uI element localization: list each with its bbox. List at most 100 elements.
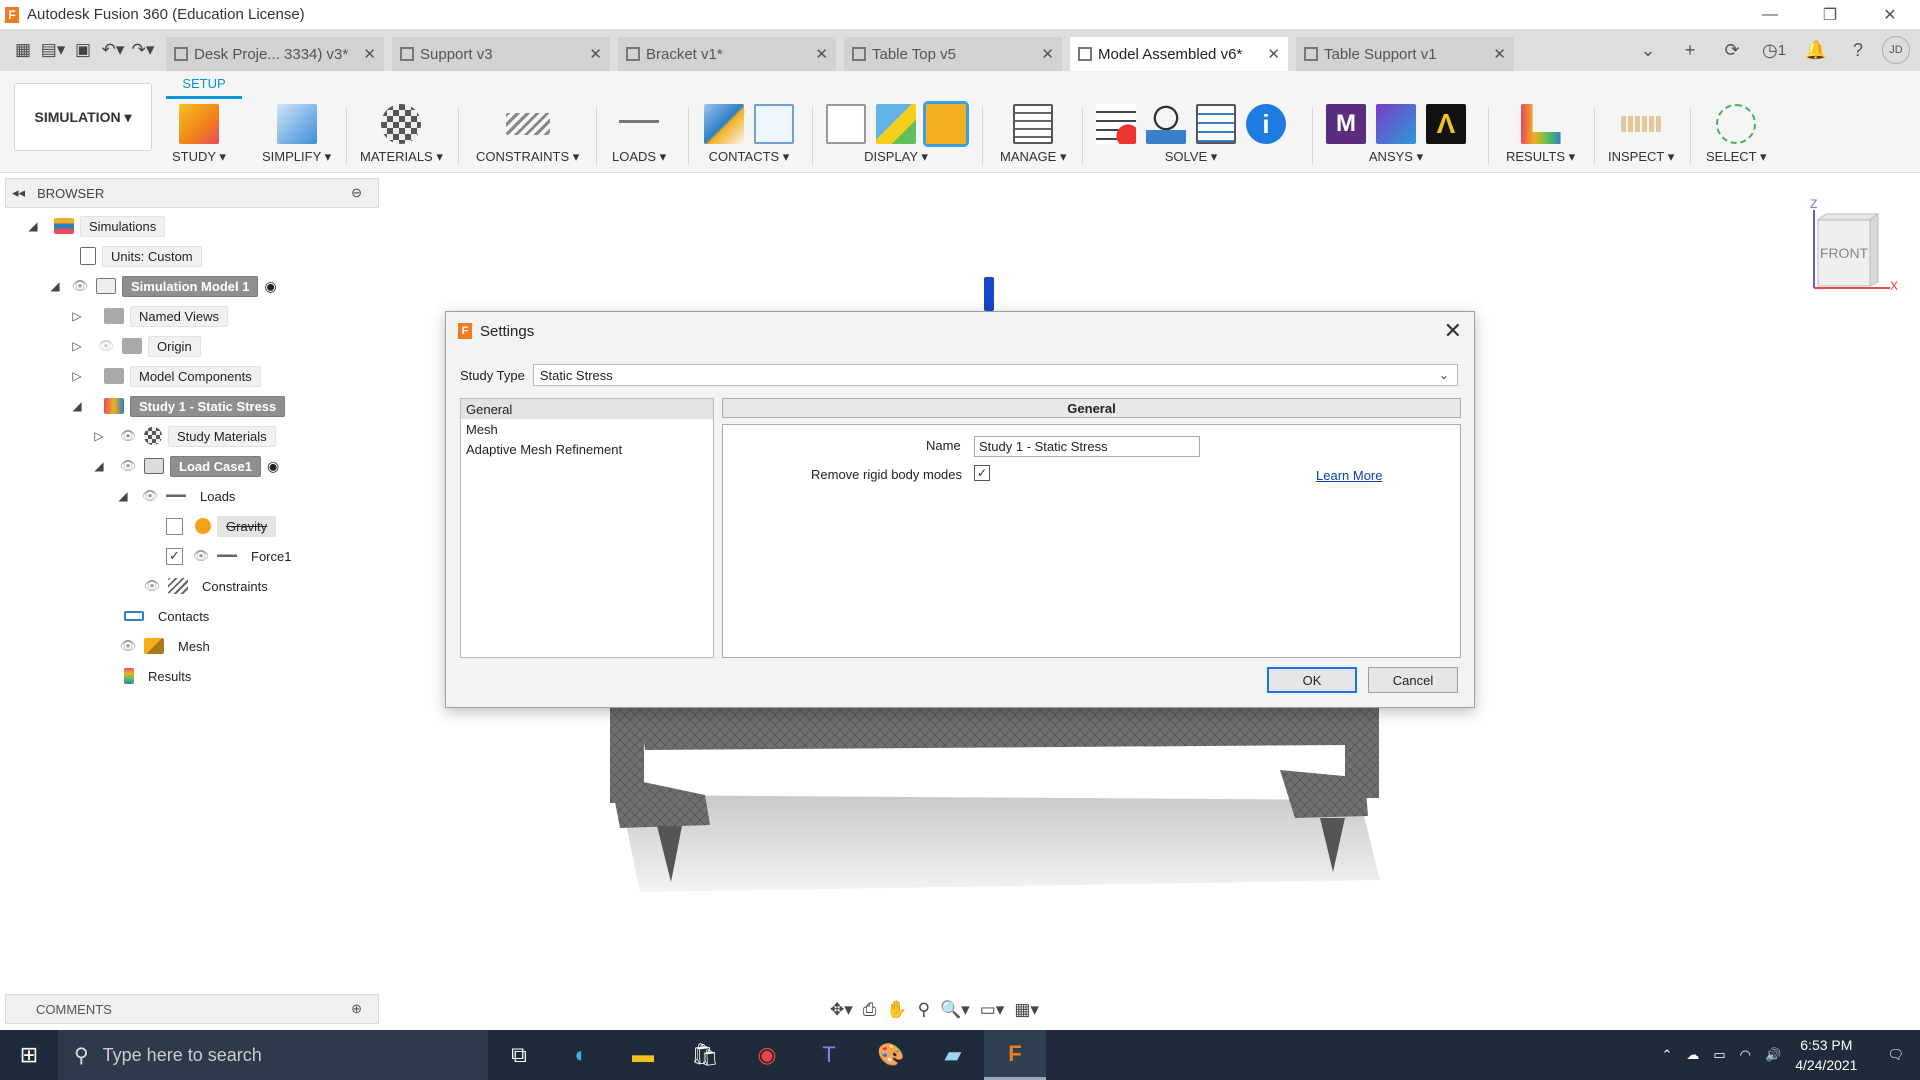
volume-icon[interactable]: 🔊 bbox=[1765, 1047, 1781, 1063]
force-checkbox[interactable]: ✓ bbox=[166, 547, 183, 565]
close-window-icon[interactable]: ✕ bbox=[1860, 0, 1920, 29]
battery-icon[interactable]: ▭ bbox=[1713, 1047, 1725, 1063]
save-icon[interactable]: ▣ bbox=[68, 36, 98, 64]
visibility-eye-icon[interactable]: 👁 bbox=[96, 338, 116, 353]
doc-tab[interactable]: Table Support v1 ✕ bbox=[1296, 37, 1514, 71]
redo-icon[interactable]: ↷▾ bbox=[128, 36, 158, 64]
doc-tab[interactable]: Table Top v5 ✕ bbox=[844, 37, 1062, 71]
task-view-icon[interactable]: ⧉ bbox=[488, 1030, 550, 1080]
study-group[interactable]: STUDY ▾ bbox=[172, 101, 226, 169]
job-status-icon[interactable]: ◷ 1 bbox=[1756, 34, 1792, 66]
tab-setup[interactable]: SETUP bbox=[166, 71, 242, 99]
close-tab-icon[interactable]: ✕ bbox=[1493, 45, 1506, 63]
expand-triangle-icon[interactable]: ◢ bbox=[116, 489, 130, 503]
tree-node-loads[interactable]: ◢ 👁 Loads bbox=[116, 484, 243, 508]
ansys-group[interactable]: M Λ ANSYS ▾ bbox=[1326, 101, 1466, 169]
display-settings-icon[interactable]: ▭▾ bbox=[980, 1000, 1005, 1020]
onedrive-icon[interactable]: ☁ bbox=[1686, 1047, 1699, 1063]
gravity-checkbox[interactable] bbox=[166, 517, 183, 535]
doc-tab[interactable]: Bracket v1* ✕ bbox=[618, 37, 836, 71]
expand-triangle-icon[interactable]: ▷ bbox=[70, 369, 84, 383]
tree-node-units[interactable]: Units: Custom bbox=[74, 244, 202, 268]
cancel-button[interactable]: Cancel bbox=[1368, 667, 1458, 693]
tree-node-contacts[interactable]: Contacts bbox=[118, 604, 217, 628]
edge-icon[interactable]: ◐ bbox=[550, 1030, 612, 1080]
comments-panel-header[interactable]: COMMENTS ⊕ bbox=[5, 994, 379, 1024]
fusion-taskbar-icon[interactable]: F bbox=[984, 1030, 1046, 1080]
tree-node-load-case[interactable]: ◢ 👁 Load Case1 ◉ bbox=[92, 454, 279, 478]
visibility-eye-icon[interactable]: 👁 bbox=[191, 548, 211, 563]
file-menu-icon[interactable]: ▤▾ bbox=[38, 36, 68, 64]
doc-tab[interactable]: Desk Proje... 3334) v3* ✕ bbox=[166, 37, 384, 71]
notifications-icon[interactable]: 🔔 bbox=[1798, 34, 1834, 66]
manage-group[interactable]: MANAGE ▾ bbox=[1000, 101, 1066, 169]
tree-node-constraints[interactable]: 👁 Constraints bbox=[142, 574, 276, 598]
notification-center-icon[interactable]: 🗨 bbox=[1887, 1047, 1904, 1063]
restore-icon[interactable]: ❐ bbox=[1800, 0, 1860, 29]
windows-start-icon[interactable]: ⊞ bbox=[0, 1030, 58, 1080]
expand-triangle-icon[interactable]: ▷ bbox=[70, 309, 84, 323]
visibility-eye-icon[interactable]: 👁 bbox=[118, 638, 138, 653]
browser-panel-header[interactable]: ◂◂ BROWSER ⊖ bbox=[5, 178, 379, 208]
paint-icon[interactable]: 🎨 bbox=[860, 1030, 922, 1080]
tree-node-model-components[interactable]: ▷ Model Components bbox=[70, 364, 261, 388]
view-cube[interactable]: Z X FRONT bbox=[1810, 197, 1898, 293]
solve-group[interactable]: i SOLVE ▾ bbox=[1096, 101, 1286, 169]
close-tab-icon[interactable]: ✕ bbox=[363, 45, 376, 63]
doc-tab-active[interactable]: Model Assembled v6* ✕ bbox=[1070, 37, 1288, 71]
activate-radio-icon[interactable]: ◉ bbox=[264, 278, 276, 295]
orbit-icon[interactable]: ✥▾ bbox=[830, 1000, 853, 1020]
tree-node-force[interactable]: ✓ 👁 Force1 bbox=[166, 544, 299, 568]
zoom-window-icon[interactable]: 🔍▾ bbox=[940, 1000, 970, 1020]
tree-node-simulation-model[interactable]: ◢ 👁 Simulation Model 1 ◉ bbox=[48, 274, 277, 298]
tree-node-named-views[interactable]: ▷ Named Views bbox=[70, 304, 228, 328]
ok-button[interactable]: OK bbox=[1267, 667, 1357, 693]
tab-overflow-icon[interactable]: ⌄ bbox=[1630, 34, 1666, 66]
rigid-body-checkbox[interactable]: ✓ bbox=[974, 465, 990, 481]
minimize-icon[interactable]: — bbox=[1740, 0, 1800, 29]
dialog-header[interactable]: F Settings bbox=[446, 312, 1474, 350]
taskbar-search-box[interactable]: ⚲ Type here to search bbox=[58, 1030, 488, 1080]
tree-node-study[interactable]: ◢ Study 1 - Static Stress bbox=[70, 394, 286, 418]
learn-more-link[interactable]: Learn More bbox=[1316, 468, 1382, 483]
clock[interactable]: 6:53 PM 4/24/2021 bbox=[1795, 1035, 1857, 1075]
browser-minus-icon[interactable]: ⊖ bbox=[351, 185, 362, 201]
simplify-group[interactable]: SIMPLIFY ▾ bbox=[262, 101, 331, 169]
chrome-icon[interactable]: ◉ bbox=[736, 1030, 798, 1080]
visibility-eye-icon[interactable]: 👁 bbox=[142, 578, 162, 593]
loads-group[interactable]: LOADS ▾ bbox=[612, 101, 666, 169]
study-type-dropdown[interactable]: Static Stress ⌄ bbox=[532, 364, 1458, 386]
extensions-icon[interactable]: ⟳ bbox=[1714, 34, 1750, 66]
avatar[interactable]: JD bbox=[1882, 36, 1910, 64]
section-item-adaptive-mesh[interactable]: Adaptive Mesh Refinement bbox=[461, 439, 713, 459]
visibility-eye-icon[interactable]: 👁 bbox=[70, 278, 90, 293]
grid-settings-icon[interactable]: ▦▾ bbox=[1014, 1000, 1039, 1020]
expand-triangle-icon[interactable]: ◢ bbox=[70, 399, 84, 413]
constraints-group[interactable]: CONSTRAINTS ▾ bbox=[476, 101, 579, 169]
inspect-group[interactable]: INSPECT ▾ bbox=[1608, 101, 1674, 169]
expand-triangle-icon[interactable]: ▷ bbox=[92, 429, 106, 443]
expand-triangle-icon[interactable]: ◢ bbox=[26, 219, 40, 233]
tree-node-origin[interactable]: ▷ 👁 Origin bbox=[70, 334, 201, 358]
tree-node-results[interactable]: Results bbox=[118, 664, 199, 688]
notepad-icon[interactable]: ▰ bbox=[922, 1030, 984, 1080]
activate-radio-icon[interactable]: ◉ bbox=[267, 458, 279, 475]
section-item-mesh[interactable]: Mesh bbox=[461, 419, 713, 439]
tree-node-mesh[interactable]: 👁 Mesh bbox=[118, 634, 218, 658]
select-group[interactable]: SELECT ▾ bbox=[1706, 101, 1766, 169]
wifi-icon[interactable]: ◠ bbox=[1740, 1047, 1751, 1063]
close-tab-icon[interactable]: ✕ bbox=[589, 45, 602, 63]
expand-triangle-icon[interactable]: ◢ bbox=[92, 459, 106, 473]
expand-triangle-icon[interactable]: ▷ bbox=[70, 339, 84, 353]
section-item-general[interactable]: General bbox=[461, 399, 713, 419]
table-mesh-model[interactable] bbox=[600, 700, 1390, 900]
tree-node-study-materials[interactable]: ▷ 👁 Study Materials bbox=[92, 424, 276, 448]
data-panel-grid-icon[interactable]: ▦ bbox=[8, 36, 38, 64]
help-icon[interactable]: ? bbox=[1840, 34, 1876, 66]
file-explorer-icon[interactable]: ▬ bbox=[612, 1030, 674, 1080]
tree-node-gravity[interactable]: Gravity bbox=[166, 514, 277, 538]
close-tab-icon[interactable]: ✕ bbox=[1041, 45, 1054, 63]
expand-triangle-icon[interactable]: ◢ bbox=[48, 279, 62, 293]
tree-node-simulations[interactable]: ◢ Simulations bbox=[26, 214, 166, 238]
visibility-eye-icon[interactable]: 👁 bbox=[140, 488, 160, 503]
